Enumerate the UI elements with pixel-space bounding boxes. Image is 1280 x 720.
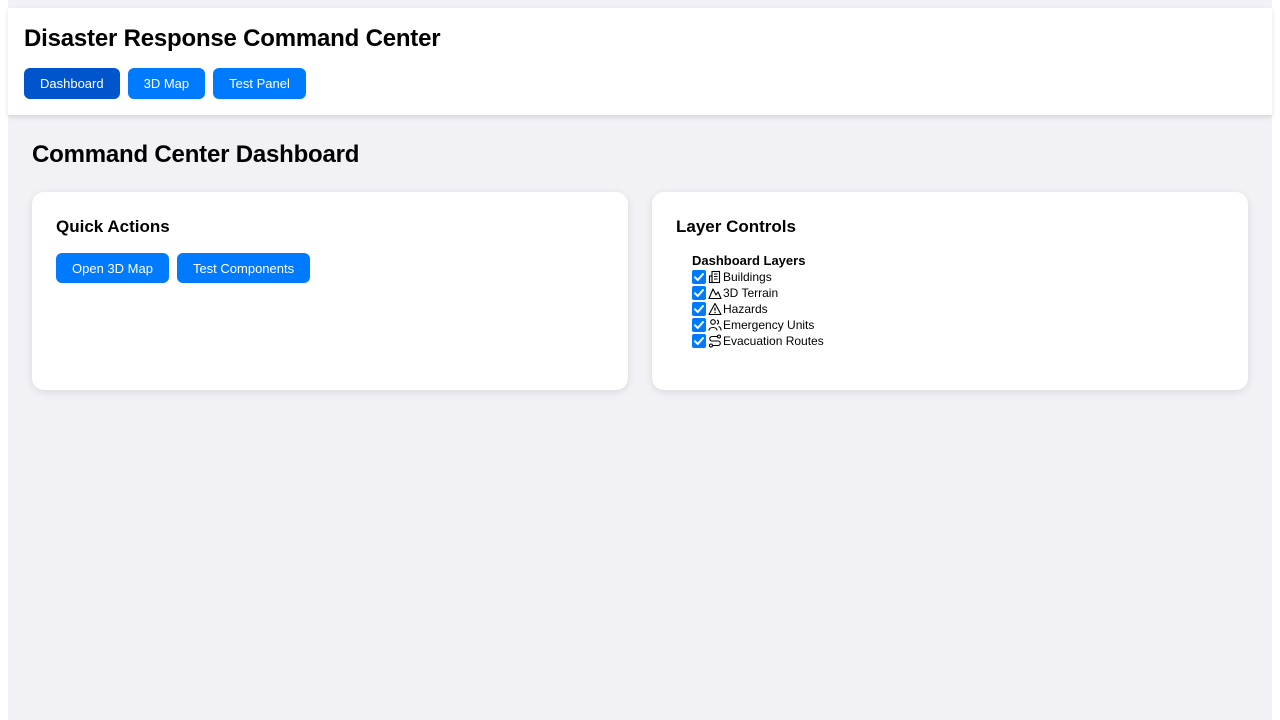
check-icon <box>694 321 704 329</box>
layer-label: Emergency Units <box>723 318 815 332</box>
layer-checkbox-evacuation-routes[interactable] <box>692 334 706 348</box>
app-title: Disaster Response Command Center <box>24 25 441 52</box>
quick-actions-card: Quick Actions Open 3D Map Test Component… <box>32 192 628 390</box>
nav-3d-map-button[interactable]: 3D Map <box>127 68 206 99</box>
layer-label: 3D Terrain <box>723 286 779 300</box>
route-icon <box>708 334 722 348</box>
warning-triangle-icon <box>708 302 722 316</box>
layer-checkbox-hazards[interactable] <box>692 302 706 316</box>
page-title: Command Center Dashboard <box>32 141 360 168</box>
check-icon <box>694 305 704 313</box>
open-3d-map-button[interactable]: Open 3D Map <box>56 253 169 283</box>
layer-controls-title: Layer Controls <box>676 217 796 236</box>
app-root: Disaster Response Command Center Dashboa… <box>8 0 1272 720</box>
check-icon <box>694 289 704 297</box>
layer-label: Hazards <box>723 302 768 316</box>
layer-item-hazards[interactable]: Hazards <box>692 301 824 317</box>
header: Disaster Response Command Center Dashboa… <box>8 8 1272 115</box>
users-icon <box>708 319 722 331</box>
layer-item-3d-terrain[interactable]: 3D Terrain <box>692 285 824 301</box>
layer-list: Dashboard Layers Buildings 3D Terrain Ha… <box>692 253 824 349</box>
layer-label: Evacuation Routes <box>723 334 824 348</box>
mountain-icon <box>708 288 722 300</box>
layer-item-emergency-units[interactable]: Emergency Units <box>692 317 824 333</box>
nav-test-panel-button[interactable]: Test Panel <box>213 68 306 99</box>
check-icon <box>694 337 704 345</box>
layer-item-evacuation-routes[interactable]: Evacuation Routes <box>692 333 824 349</box>
layer-group-title: Dashboard Layers <box>692 253 806 268</box>
layer-label: Buildings <box>723 270 772 284</box>
main-nav: Dashboard 3D Map Test Panel <box>24 68 306 99</box>
layer-checkbox-buildings[interactable] <box>692 270 706 284</box>
nav-dashboard-button[interactable]: Dashboard <box>24 68 120 99</box>
check-icon <box>694 273 704 281</box>
layer-checkbox-emergency-units[interactable] <box>692 318 706 332</box>
layer-checkbox-3d-terrain[interactable] <box>692 286 706 300</box>
test-components-button[interactable]: Test Components <box>176 253 311 283</box>
building-icon <box>708 270 721 284</box>
layer-item-buildings[interactable]: Buildings <box>692 269 824 285</box>
layer-controls-card: Layer Controls Dashboard Layers Building… <box>652 192 1248 390</box>
quick-actions-title: Quick Actions <box>56 217 170 236</box>
quick-actions-row: Open 3D Map Test Components <box>56 253 311 283</box>
